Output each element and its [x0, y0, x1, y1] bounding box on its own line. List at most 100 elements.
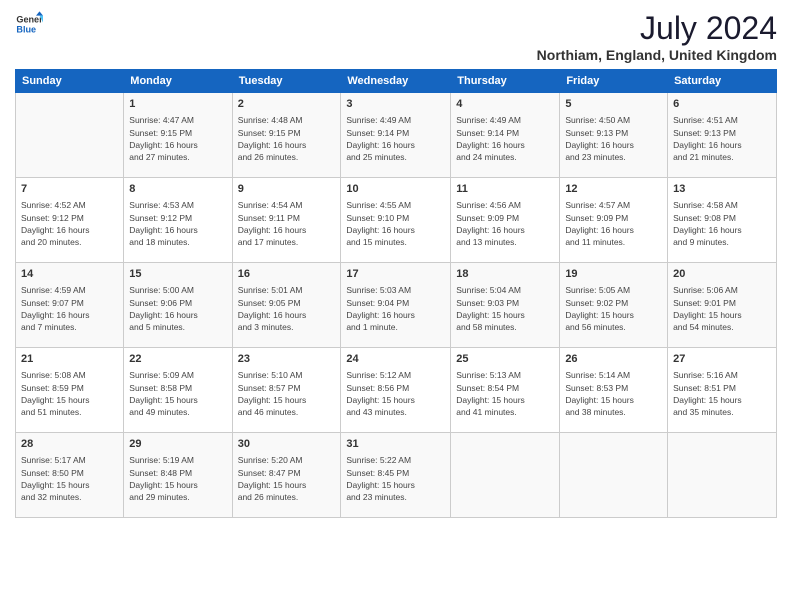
- calendar-cell: 8Sunrise: 4:53 AM Sunset: 9:12 PM Daylig…: [124, 178, 232, 263]
- day-info: Sunrise: 4:49 AM Sunset: 9:14 PM Dayligh…: [346, 114, 445, 163]
- logo-icon: General Blue: [15, 10, 43, 38]
- col-thursday: Thursday: [451, 70, 560, 93]
- calendar-cell: 21Sunrise: 5:08 AM Sunset: 8:59 PM Dayli…: [16, 348, 124, 433]
- location-subtitle: Northiam, England, United Kingdom: [537, 47, 777, 63]
- day-number: 25: [456, 352, 554, 367]
- day-number: 2: [238, 97, 336, 112]
- day-number: 10: [346, 182, 445, 197]
- calendar-cell: 1 Sunrise: 4:47 AM Sunset: 9:15 PM Daylig…: [124, 93, 232, 178]
- calendar-cell: 12 Sunrise: 4:57 AM Sunset: 9:09 PM Dayli…: [560, 178, 668, 263]
- calendar-cell: 7 Sunrise: 4:52 AM Sunset: 9:12 PM Daylig…: [16, 178, 124, 263]
- day-info: Sunrise: 4:52 AM Sunset: 9:12 PM Dayligh…: [21, 199, 118, 248]
- day-info: Sunrise: 4:53 AM Sunset: 9:12 PM Dayligh…: [129, 199, 226, 248]
- calendar-cell: 31Sunrise: 5:22 AM Sunset: 8:45 PM Dayli…: [341, 433, 451, 518]
- day-number: 16: [238, 267, 336, 282]
- calendar-cell: 6Sunrise: 4:51 AM Sunset: 9:13 PM Daylig…: [668, 93, 777, 178]
- day-info: Sunrise: 5:09 AM Sunset: 8:58 PM Dayligh…: [129, 369, 226, 418]
- day-number: 18: [456, 267, 554, 282]
- calendar-cell: 27 Sunrise: 5:16 AM Sunset: 8:51 PM Dayli…: [668, 348, 777, 433]
- day-number: 3: [346, 97, 445, 112]
- calendar-cell: 19 Sunrise: 5:05 AM Sunset: 9:02 PM Dayli…: [560, 263, 668, 348]
- week-row-5: 28Sunrise: 5:17 AM Sunset: 8:50 PM Dayli…: [16, 433, 777, 518]
- col-sunday: Sunday: [16, 70, 124, 93]
- week-row-4: 21Sunrise: 5:08 AM Sunset: 8:59 PM Dayli…: [16, 348, 777, 433]
- day-info: Sunrise: 5:06 AM Sunset: 9:01 PM Dayligh…: [673, 284, 771, 333]
- day-number: 22: [129, 352, 226, 367]
- day-info: Sunrise: 5:14 AM Sunset: 8:53 PM Dayligh…: [565, 369, 662, 418]
- day-info: Sunrise: 5:03 AM Sunset: 9:04 PM Dayligh…: [346, 284, 445, 333]
- day-number: 31: [346, 437, 445, 452]
- day-info: Sunrise: 5:05 AM Sunset: 9:02 PM Dayligh…: [565, 284, 662, 333]
- day-number: 29: [129, 437, 226, 452]
- header-row: Sunday Monday Tuesday Wednesday Thursday…: [16, 70, 777, 93]
- calendar-cell: [16, 93, 124, 178]
- col-saturday: Saturday: [668, 70, 777, 93]
- day-info: Sunrise: 4:47 AM Sunset: 9:15 PM Dayligh…: [129, 114, 226, 163]
- calendar-cell: 2 Sunrise: 4:48 AM Sunset: 9:15 PM Daylig…: [232, 93, 341, 178]
- week-row-1: 1 Sunrise: 4:47 AM Sunset: 9:15 PM Daylig…: [16, 93, 777, 178]
- svg-text:Blue: Blue: [16, 24, 36, 34]
- day-info: Sunrise: 5:13 AM Sunset: 8:54 PM Dayligh…: [456, 369, 554, 418]
- day-number: 4: [456, 97, 554, 112]
- day-number: 30: [238, 437, 336, 452]
- day-info: Sunrise: 4:48 AM Sunset: 9:15 PM Dayligh…: [238, 114, 336, 163]
- col-wednesday: Wednesday: [341, 70, 451, 93]
- day-number: 6: [673, 97, 771, 112]
- day-info: Sunrise: 4:49 AM Sunset: 9:14 PM Dayligh…: [456, 114, 554, 163]
- calendar-cell: [560, 433, 668, 518]
- calendar-cell: 24 Sunrise: 5:12 AM Sunset: 8:56 PM Dayli…: [341, 348, 451, 433]
- day-info: Sunrise: 4:55 AM Sunset: 9:10 PM Dayligh…: [346, 199, 445, 248]
- day-info: Sunrise: 5:10 AM Sunset: 8:57 PM Dayligh…: [238, 369, 336, 418]
- calendar-cell: 25 Sunrise: 5:13 AM Sunset: 8:54 PM Dayli…: [451, 348, 560, 433]
- day-number: 19: [565, 267, 662, 282]
- day-number: 12: [565, 182, 662, 197]
- day-number: 15: [129, 267, 226, 282]
- day-number: 1: [129, 97, 226, 112]
- calendar-table: Sunday Monday Tuesday Wednesday Thursday…: [15, 69, 777, 518]
- col-tuesday: Tuesday: [232, 70, 341, 93]
- day-info: Sunrise: 5:20 AM Sunset: 8:47 PM Dayligh…: [238, 454, 336, 503]
- col-monday: Monday: [124, 70, 232, 93]
- day-number: 7: [21, 182, 118, 197]
- calendar-cell: 28Sunrise: 5:17 AM Sunset: 8:50 PM Dayli…: [16, 433, 124, 518]
- day-number: 17: [346, 267, 445, 282]
- calendar-cell: 18Sunrise: 5:04 AM Sunset: 9:03 PM Dayli…: [451, 263, 560, 348]
- calendar-cell: 11 Sunrise: 4:56 AM Sunset: 9:09 PM Dayli…: [451, 178, 560, 263]
- calendar-cell: 17 Sunrise: 5:03 AM Sunset: 9:04 PM Dayli…: [341, 263, 451, 348]
- calendar-cell: 16 Sunrise: 5:01 AM Sunset: 9:05 PM Dayli…: [232, 263, 341, 348]
- day-info: Sunrise: 5:16 AM Sunset: 8:51 PM Dayligh…: [673, 369, 771, 418]
- calendar-cell: 26Sunrise: 5:14 AM Sunset: 8:53 PM Dayli…: [560, 348, 668, 433]
- day-info: Sunrise: 5:19 AM Sunset: 8:48 PM Dayligh…: [129, 454, 226, 503]
- day-number: 28: [21, 437, 118, 452]
- day-info: Sunrise: 4:57 AM Sunset: 9:09 PM Dayligh…: [565, 199, 662, 248]
- day-number: 27: [673, 352, 771, 367]
- calendar-cell: 13Sunrise: 4:58 AM Sunset: 9:08 PM Dayli…: [668, 178, 777, 263]
- day-number: 23: [238, 352, 336, 367]
- calendar-cell: 9Sunrise: 4:54 AM Sunset: 9:11 PM Daylig…: [232, 178, 341, 263]
- calendar-cell: 4 Sunrise: 4:49 AM Sunset: 9:14 PM Daylig…: [451, 93, 560, 178]
- calendar-cell: 30 Sunrise: 5:20 AM Sunset: 8:47 PM Dayli…: [232, 433, 341, 518]
- calendar-cell: [668, 433, 777, 518]
- day-info: Sunrise: 5:01 AM Sunset: 9:05 PM Dayligh…: [238, 284, 336, 333]
- day-info: Sunrise: 4:59 AM Sunset: 9:07 PM Dayligh…: [21, 284, 118, 333]
- day-info: Sunrise: 5:12 AM Sunset: 8:56 PM Dayligh…: [346, 369, 445, 418]
- calendar-cell: 29 Sunrise: 5:19 AM Sunset: 8:48 PM Dayli…: [124, 433, 232, 518]
- calendar-cell: 14 Sunrise: 4:59 AM Sunset: 9:07 PM Dayli…: [16, 263, 124, 348]
- day-number: 9: [238, 182, 336, 197]
- day-info: Sunrise: 4:56 AM Sunset: 9:09 PM Dayligh…: [456, 199, 554, 248]
- calendar-cell: [451, 433, 560, 518]
- calendar-cell: 22 Sunrise: 5:09 AM Sunset: 8:58 PM Dayli…: [124, 348, 232, 433]
- day-number: 24: [346, 352, 445, 367]
- day-number: 11: [456, 182, 554, 197]
- day-number: 21: [21, 352, 118, 367]
- logo: General Blue: [15, 10, 43, 38]
- calendar-cell: 3 Sunrise: 4:49 AM Sunset: 9:14 PM Daylig…: [341, 93, 451, 178]
- col-friday: Friday: [560, 70, 668, 93]
- day-number: 20: [673, 267, 771, 282]
- day-number: 14: [21, 267, 118, 282]
- month-year-title: July 2024: [537, 10, 777, 47]
- calendar-cell: 10 Sunrise: 4:55 AM Sunset: 9:10 PM Dayli…: [341, 178, 451, 263]
- header: General Blue July 2024 Northiam, England…: [15, 10, 777, 63]
- calendar-cell: 5Sunrise: 4:50 AM Sunset: 9:13 PM Daylig…: [560, 93, 668, 178]
- week-row-3: 14 Sunrise: 4:59 AM Sunset: 9:07 PM Dayli…: [16, 263, 777, 348]
